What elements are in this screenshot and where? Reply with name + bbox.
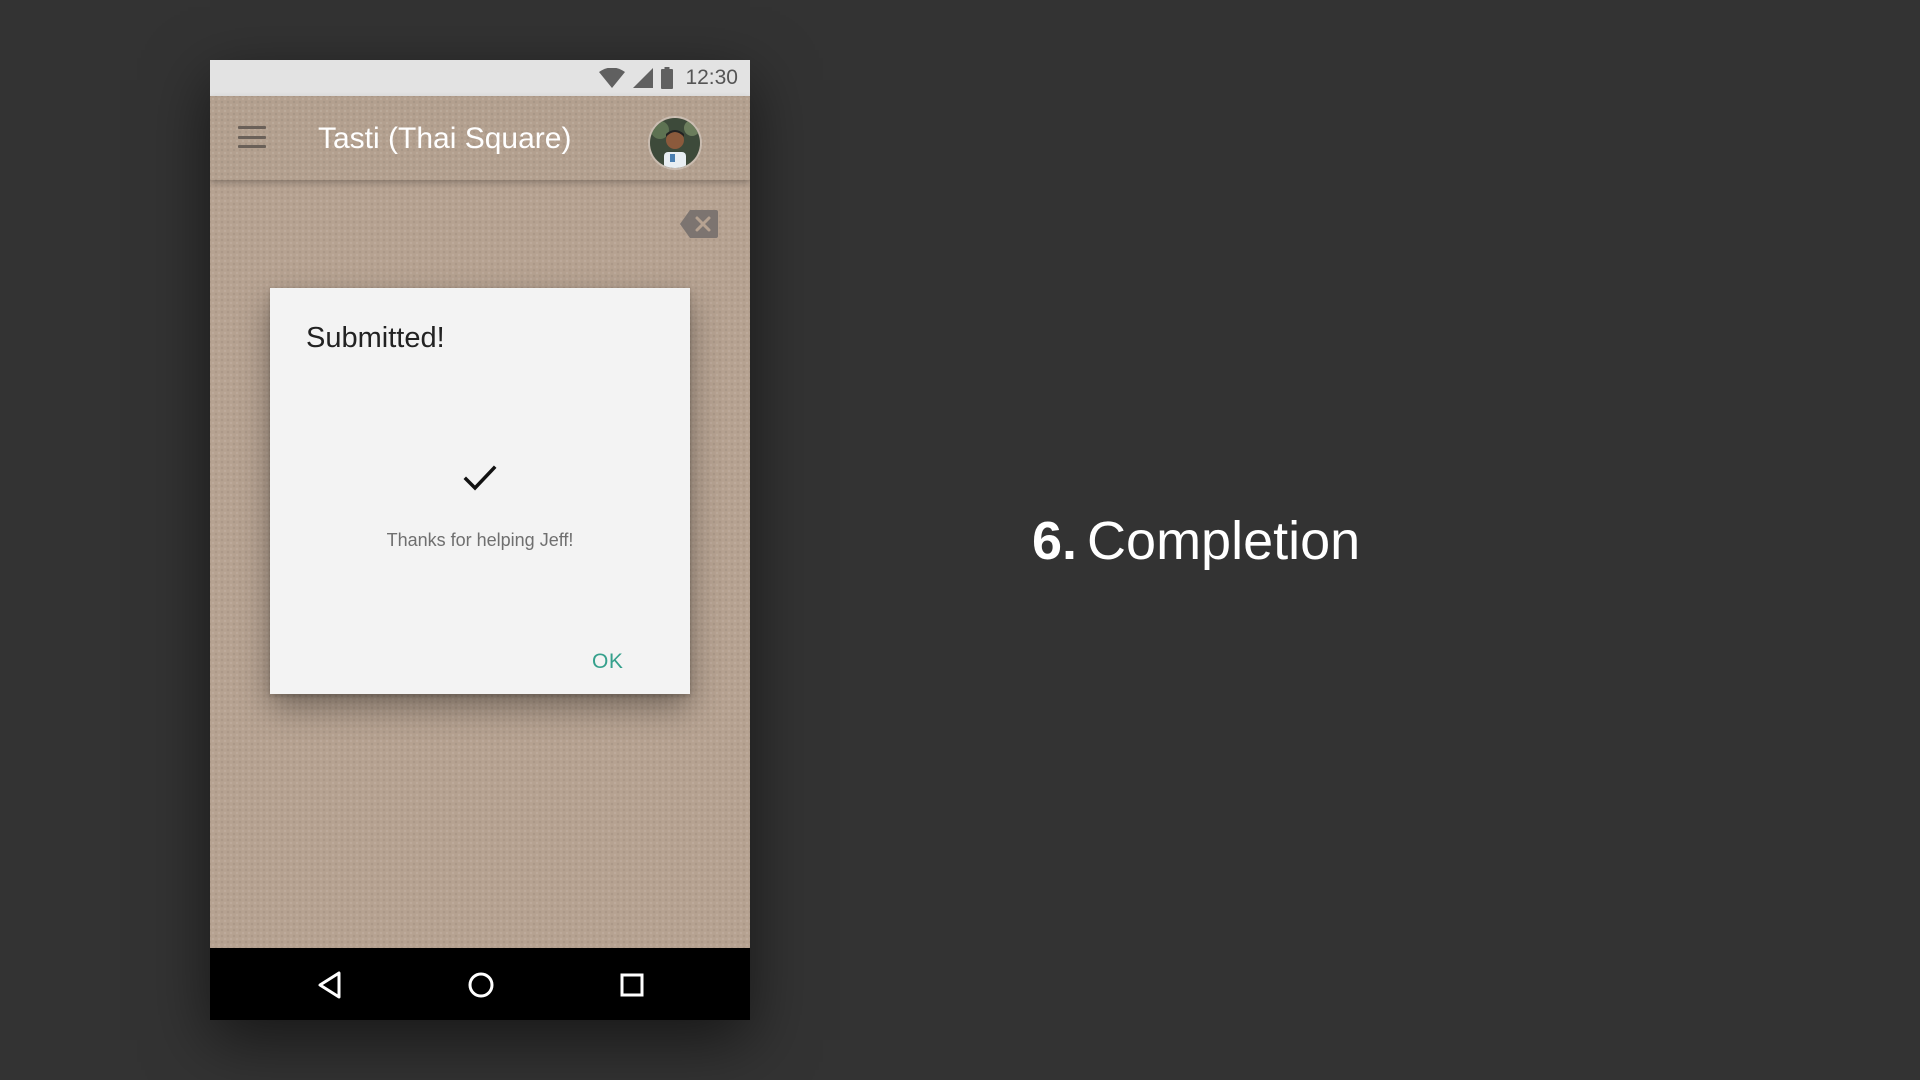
cell-signal-icon bbox=[633, 68, 654, 88]
dialog-title: Submitted! bbox=[306, 322, 445, 354]
backspace-icon[interactable] bbox=[680, 210, 718, 238]
ok-button[interactable]: OK bbox=[584, 646, 631, 678]
wifi-icon bbox=[599, 68, 626, 88]
slide-caption: 6. Completion bbox=[1032, 510, 1360, 572]
phone-mockup: 12:30 Tasti (Thai Square) Submitted! Tha… bbox=[210, 60, 750, 1020]
user-avatar[interactable] bbox=[650, 118, 700, 168]
dialog-message: Thanks for helping Jeff! bbox=[386, 530, 574, 550]
recents-square-icon[interactable] bbox=[615, 968, 649, 1002]
battery-icon bbox=[661, 67, 674, 89]
caption-step-title: Completion bbox=[1087, 511, 1361, 571]
home-circle-icon[interactable] bbox=[464, 968, 498, 1002]
caption-step-number: 6. bbox=[1032, 511, 1078, 571]
app-bar: Tasti (Thai Square) bbox=[210, 96, 750, 180]
submitted-dialog: Submitted! Thanks for helping Jeff! OK bbox=[270, 288, 690, 694]
navigation-bar bbox=[210, 948, 750, 1020]
checkmark-icon bbox=[462, 463, 498, 493]
app-title: Tasti (Thai Square) bbox=[318, 122, 572, 155]
status-bar: 12:30 bbox=[210, 60, 750, 96]
hamburger-menu-icon[interactable] bbox=[238, 126, 266, 148]
status-time: 12:30 bbox=[685, 66, 738, 89]
back-triangle-icon[interactable] bbox=[314, 968, 348, 1002]
